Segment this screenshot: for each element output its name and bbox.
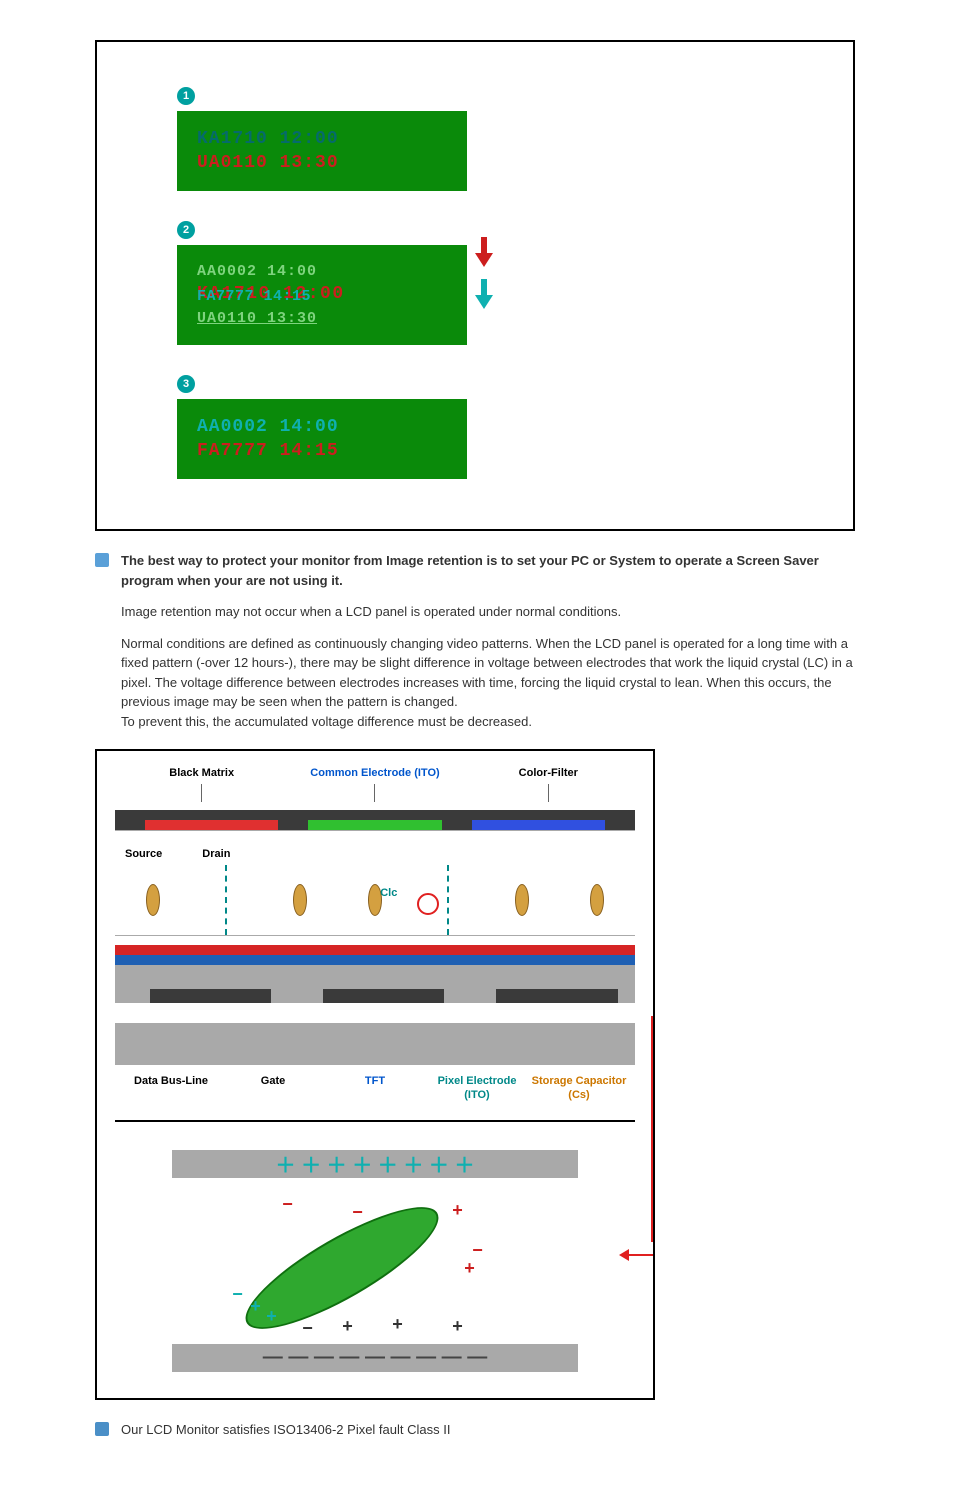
charge-symbol: + xyxy=(464,1258,475,1279)
panel-1: 1 KA1710 12:00 UA0110 13:30 xyxy=(177,87,467,191)
section-heading: The best way to protect your monitor fro… xyxy=(121,551,855,590)
display-panel: AA0002 14:00 KA1710 12:00FA7777 14:15 UA01… xyxy=(177,245,467,345)
charge-symbol: + xyxy=(342,1316,353,1337)
label-tft: TFT xyxy=(327,1075,423,1101)
label-clc: Clc xyxy=(380,887,397,899)
panel-badge: 1 xyxy=(177,87,195,105)
panel-badge: 3 xyxy=(177,375,195,393)
display-row-overlay: KA1710 12:00FA7777 14:15 xyxy=(197,284,447,306)
label-gate: Gate xyxy=(225,1075,321,1101)
figure-scrolling-boards: 1 KA1710 12:00 UA0110 13:30 2 AA0002 14:00 KA… xyxy=(95,40,855,531)
iso-statement: Our LCD Monitor satisfies ISO13406-2 Pix… xyxy=(121,1420,855,1440)
charge-symbol: + xyxy=(392,1314,403,1335)
arrow-down-icon xyxy=(475,295,493,309)
display-row: FA7777 14:15 xyxy=(197,441,447,461)
panel-3: 3 AA0002 14:00 FA7777 14:15 xyxy=(177,375,467,479)
display-panel: KA1710 12:00 UA0110 13:30 xyxy=(177,111,467,191)
label-black-matrix: Black Matrix xyxy=(115,767,288,780)
scroll-arrows xyxy=(475,253,493,309)
panel-2: 2 AA0002 14:00 KA1710 12:00FA7777 14:15 UA0… xyxy=(177,221,467,345)
display-row: AA0002 14:00 xyxy=(197,417,447,437)
charge-symbol: − xyxy=(302,1318,313,1339)
display-row: UA0110 13:30 xyxy=(197,153,447,173)
arrow-down-icon xyxy=(475,253,493,267)
electrode-negative: — — — — — — — — — xyxy=(172,1344,578,1372)
label-color-filter: Color-Filter xyxy=(462,767,635,780)
display-row: KA1710 12:00 xyxy=(197,129,447,149)
red-pointer xyxy=(641,1016,659,1256)
panel-badge: 2 xyxy=(177,221,195,239)
charge-symbol: − xyxy=(232,1284,243,1305)
display-row-ghost: UA0110 13:30 xyxy=(197,310,447,327)
charge-symbol: + xyxy=(452,1316,463,1337)
label-source: Source xyxy=(125,848,162,861)
label-storage-capacitor: Storage Capacitor (Cs) xyxy=(531,1075,627,1101)
section-para-3: To prevent this, the accumulated voltage… xyxy=(121,712,855,732)
display-panel: AA0002 14:00 FA7777 14:15 xyxy=(177,399,467,479)
section-para-2: Normal conditions are defined as continu… xyxy=(121,634,855,712)
label-pixel-electrode: Pixel Electrode (ITO) xyxy=(429,1075,525,1101)
charge-symbol: − xyxy=(352,1202,363,1223)
label-drain: Drain xyxy=(202,848,230,861)
charge-symbol: + xyxy=(452,1200,463,1221)
section-para-1: Image retention may not occur when a LCD… xyxy=(121,602,855,622)
label-common-electrode: Common Electrode (ITO) xyxy=(288,767,461,780)
highlight-circle xyxy=(417,893,439,915)
charge-symbol: + xyxy=(250,1296,261,1317)
bullet-icon xyxy=(95,1422,109,1436)
display-row-ghost: AA0002 14:00 xyxy=(197,263,447,280)
figure-lcd-cross-section: Black Matrix Common Electrode (ITO) Colo… xyxy=(95,749,655,1400)
liquid-crystal-area: −−+−+−++−+++ xyxy=(172,1188,578,1338)
label-data-bus: Data Bus-Line xyxy=(123,1075,219,1101)
lc-zone: Clc xyxy=(115,865,635,935)
electrode-positive: ＋ ＋ ＋ ＋ ＋ ＋ ＋ ＋ xyxy=(172,1150,578,1178)
charge-symbol: − xyxy=(282,1194,293,1215)
bullet-icon xyxy=(95,553,109,567)
info-section-image-retention: The best way to protect your monitor fro… xyxy=(95,551,855,731)
charge-symbol: + xyxy=(266,1306,277,1327)
info-section-iso: Our LCD Monitor satisfies ISO13406-2 Pix… xyxy=(95,1420,855,1440)
